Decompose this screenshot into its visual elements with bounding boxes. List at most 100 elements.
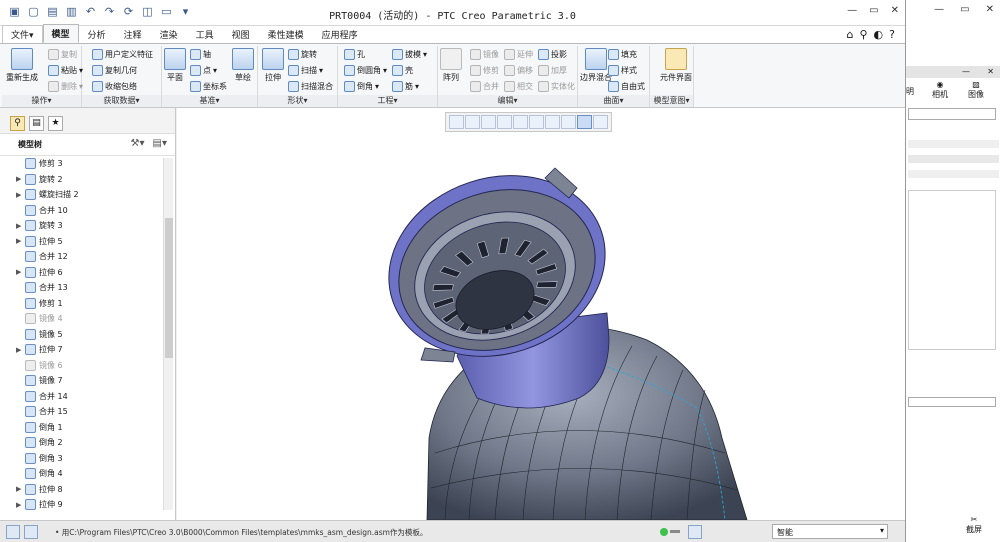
bg-input-1[interactable] [908,108,996,120]
component-interface-button[interactable]: 元件界面 [660,48,692,83]
paste-button[interactable]: 粘贴 ▾ [48,65,83,76]
intersect-button[interactable]: 相交 [504,81,533,92]
copy-button[interactable]: 复制 [48,49,77,60]
group-label-model-intent[interactable]: 模型意图▾ [650,95,693,107]
model-tree-item[interactable]: 修剪 3 [0,156,162,172]
model-tree-item[interactable]: 镜像 6 [0,358,162,374]
bg-camera-button[interactable]: ◉ 相机 [932,80,948,100]
copy-geometry-button[interactable]: 复制几何 [92,65,137,76]
extrude-button[interactable]: 拉伸 [262,48,284,83]
sketch-button[interactable]: 草绘 [232,48,254,83]
merge-button[interactable]: 合并 [470,81,499,92]
scrollbar-thumb[interactable] [165,218,173,358]
minimize-button[interactable]: — [847,5,857,16]
tab-annotate[interactable]: 注释 [115,25,151,43]
point-button[interactable]: 点 ▾ [190,65,217,76]
model-tree-item[interactable]: 合并 14 [0,389,162,405]
offset-button[interactable]: 偏移 [504,65,533,76]
selection-filter-select[interactable]: 智能 ▾ [772,524,888,539]
favorites-tab-icon[interactable]: ★ [48,116,63,131]
folder-browser-tab-icon[interactable]: ▤ [29,116,44,131]
udf-button[interactable]: 用户定义特征 [92,49,153,60]
thicken-button[interactable]: 加厚 [538,65,567,76]
plane-button[interactable]: 平面 [164,48,186,83]
style-button[interactable]: 样式 [608,65,637,76]
model-tree-item[interactable]: 修剪 1 [0,296,162,312]
graphics-window[interactable] [177,108,905,520]
swept-blend-button[interactable]: 扫描混合 [288,81,333,92]
regenerate-button[interactable]: 重新生成 [6,48,38,83]
group-label-surfaces[interactable]: 曲面▾ [578,95,649,107]
search-icon[interactable]: ⚲ [859,28,867,41]
bg-minimize-button[interactable]: — [934,4,944,15]
model-tree-item[interactable]: 镜像 5 [0,327,162,343]
model-tree-item[interactable]: ▶ 旋转 2 [0,172,162,188]
group-label-engineering[interactable]: 工程▾ [338,95,437,107]
chamfer-button[interactable]: 倒角 ▾ [344,81,379,92]
group-label-operations[interactable]: 操作▾ [2,95,81,107]
expand-arrow-icon[interactable]: ▶ [16,191,25,199]
model-tree-scrollbar[interactable] [163,158,173,510]
axis-button[interactable]: 轴 [190,49,211,60]
tree-show-icon[interactable]: ▤▾ [153,138,167,149]
model-tree-item[interactable]: 合并 12 [0,249,162,265]
bg-screenshot-button[interactable]: ✂ 截屏 [966,515,982,535]
tab-analysis[interactable]: 分析 [79,25,115,43]
hole-button[interactable]: 孔 [344,49,365,60]
fill-button[interactable]: 填充 [608,49,637,60]
restore-button[interactable]: ▭ [869,5,878,16]
mirror-button[interactable]: 镜像 [470,49,499,60]
model-tree-item[interactable]: 倒角 2 [0,435,162,451]
help-icon[interactable]: ? [889,28,895,41]
expand-arrow-icon[interactable]: ▶ [16,346,25,354]
pattern-button[interactable]: 阵列 [440,48,462,83]
model-tree-item[interactable]: ▶ 拉伸 9 [0,497,162,510]
expand-arrow-icon[interactable]: ▶ [16,268,25,276]
expand-arrow-icon[interactable]: ▶ [16,237,25,245]
model-tree-tab-icon[interactable]: ⚲ [10,116,25,131]
csys-button[interactable]: 坐标系 [190,81,227,92]
bg-restore-button[interactable]: ▭ [960,4,969,15]
model-tree-item[interactable]: 合并 13 [0,280,162,296]
tab-file[interactable]: 文件▾ [2,25,43,43]
tab-render[interactable]: 渲染 [151,25,187,43]
group-label-get-data[interactable]: 获取数据▾ [82,95,161,107]
model-tree-item[interactable]: 倒角 3 [0,451,162,467]
solidify-button[interactable]: 实体化 [538,81,575,92]
expand-arrow-icon[interactable]: ▶ [16,485,25,493]
shell-button[interactable]: 壳 [392,65,413,76]
model-tree-item[interactable]: ▶ 拉伸 5 [0,234,162,250]
model-tree-item[interactable]: ▶ 旋转 3 [0,218,162,234]
find-icon[interactable] [688,525,702,539]
model-tree-item[interactable]: ▶ 拉伸 6 [0,265,162,281]
rib-button[interactable]: 筋 ▾ [392,81,419,92]
model-tree-item[interactable]: ▶ 拉伸 7 [0,342,162,358]
model-tree-item[interactable]: 倒角 4 [0,466,162,482]
model-tree-item[interactable]: 镜像 4 [0,311,162,327]
bg-close-button[interactable]: ✕ [986,4,994,15]
shrinkwrap-button[interactable]: 收缩包络 [92,81,137,92]
bg-minimize-panel-icon[interactable]: — [962,67,970,76]
tab-flexible-modeling[interactable]: 柔性建模 [259,25,313,43]
tab-tools[interactable]: 工具 [187,25,223,43]
model-tree-item[interactable]: ▶ 拉伸 8 [0,482,162,498]
expand-arrow-icon[interactable]: ▶ [16,175,25,183]
trim-button[interactable]: 修剪 [470,65,499,76]
delete-button[interactable]: 删除 ▾ [48,81,83,92]
expand-arrow-icon[interactable]: ▶ [16,501,25,509]
revolve-button[interactable]: 旋转 [288,49,317,60]
round-button[interactable]: 倒圆角 ▾ [344,65,387,76]
extend-button[interactable]: 延伸 [504,49,533,60]
tab-applications[interactable]: 应用程序 [313,25,367,43]
bg-image-button[interactable]: ▨ 图像 [968,80,984,100]
freestyle-button[interactable]: 自由式 [608,81,645,92]
appearance-icon[interactable]: ◐ [874,28,884,41]
draft-button[interactable]: 拔模 ▾ [392,49,427,60]
model-tree-item[interactable]: 合并 10 [0,203,162,219]
tree-settings-icon[interactable]: ⚒▾ [131,138,145,149]
model-tree-item[interactable]: ▶ 螺旋扫描 2 [0,187,162,203]
bg-input-2[interactable] [908,397,996,407]
browser-toggle-icon[interactable] [24,525,38,539]
sweep-button[interactable]: 扫描 ▾ [288,65,323,76]
group-label-editing[interactable]: 编辑▾ [438,95,577,107]
